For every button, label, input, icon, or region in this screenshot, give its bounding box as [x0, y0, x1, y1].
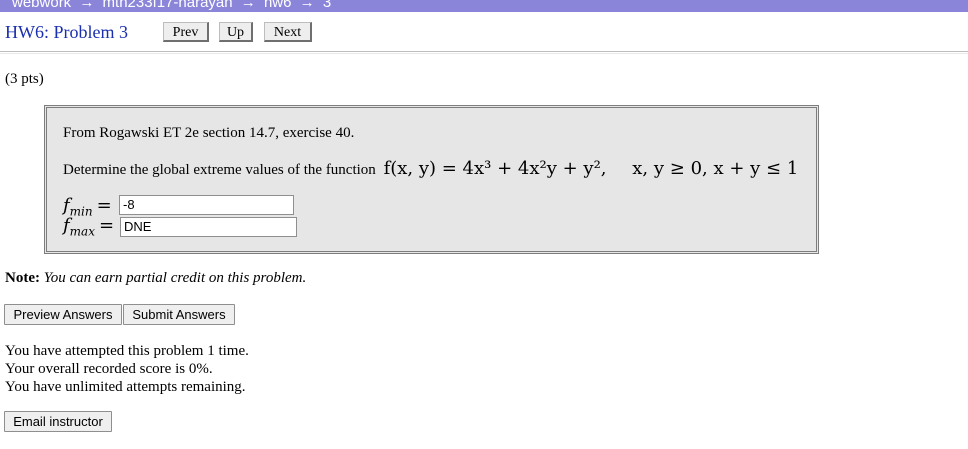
- function-formula: f(x, y) = 4x³ + 4x²y + y²,: [383, 158, 607, 179]
- submit-answers-button[interactable]: Submit Answers: [123, 304, 235, 325]
- breadcrumb: webwork → mth233f17-narayan → hw6 → 3: [0, 0, 968, 12]
- remaining-text: You have unlimited attempts remaining.: [5, 379, 246, 395]
- fmin-equals: =: [96, 195, 112, 216]
- prev-button[interactable]: Prev: [163, 22, 209, 42]
- up-button[interactable]: Up: [219, 22, 253, 42]
- breadcrumb-course[interactable]: mth233f17-narayan: [103, 0, 233, 11]
- attempt-status: You have attempted this problem 1 time. …: [5, 342, 249, 396]
- problem-question: Determine the global extreme values of t…: [63, 158, 798, 179]
- breadcrumb-problem[interactable]: 3: [323, 0, 331, 11]
- fmax-symbol: f: [63, 215, 70, 236]
- divider: [0, 51, 968, 52]
- fmax-label: fmax =: [63, 215, 114, 239]
- divider: [0, 53, 968, 54]
- note-label: Note:: [5, 270, 40, 286]
- preview-answers-button[interactable]: Preview Answers: [4, 304, 122, 325]
- problem-source: From Rogawski ET 2e section 14.7, exerci…: [63, 125, 355, 141]
- title-row: HW6: Problem 3 Prev Up Next: [5, 20, 968, 46]
- breadcrumb-arrow: →: [79, 0, 95, 11]
- fmax-input[interactable]: DNE: [120, 217, 297, 237]
- note-text: You can earn partial credit on this prob…: [43, 270, 307, 286]
- fmax-subscript: max: [69, 224, 95, 239]
- email-instructor-button[interactable]: Email instructor: [4, 411, 112, 432]
- attempts-text: You have attempted this problem 1 time.: [5, 343, 249, 359]
- points-label: (3 pts): [5, 71, 44, 87]
- breadcrumb-set[interactable]: hw6: [264, 0, 292, 11]
- domain-constraint: x, y ≥ 0, x + y ≤ 1: [632, 158, 799, 179]
- page-title: HW6: Problem 3: [5, 22, 128, 42]
- question-text: Determine the global extreme values of t…: [63, 162, 376, 178]
- breadcrumb-arrow: →: [240, 0, 256, 11]
- partial-credit-note: Note: You can earn partial credit on thi…: [5, 270, 306, 287]
- breadcrumb-webwork[interactable]: webwork: [12, 0, 71, 11]
- next-button[interactable]: Next: [264, 22, 312, 42]
- fmax-equals: =: [98, 215, 115, 236]
- score-text: Your overall recorded score is 0%.: [5, 361, 213, 377]
- breadcrumb-arrow: →: [299, 0, 315, 11]
- fmin-symbol: f: [63, 195, 70, 216]
- fmin-input[interactable]: -8: [119, 195, 294, 215]
- problem-body: From Rogawski ET 2e section 14.7, exerci…: [44, 105, 819, 254]
